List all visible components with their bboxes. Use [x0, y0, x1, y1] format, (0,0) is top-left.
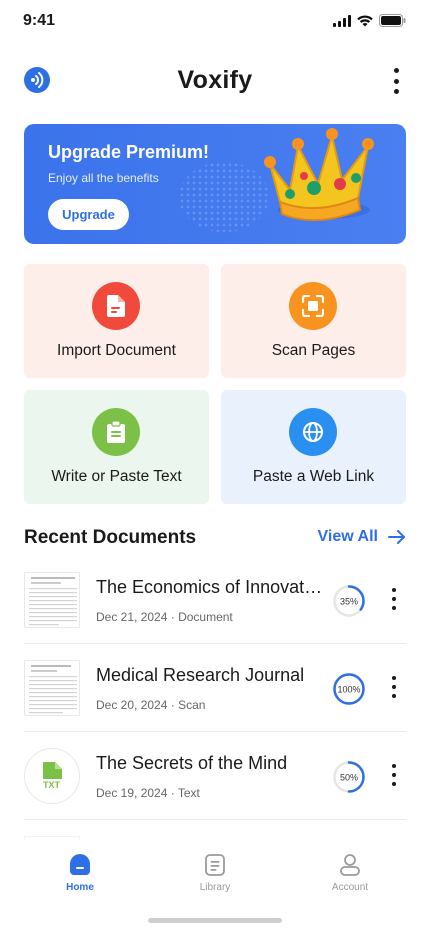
meta-separator: · — [170, 610, 179, 624]
txt-badge-label: TXT — [43, 780, 61, 790]
scan-pages-card[interactable]: Scan Pages — [221, 264, 406, 378]
list-item[interactable]: The Economics of Innovation Dec 21, 2024… — [24, 572, 406, 660]
progress-ring: 100% — [333, 673, 365, 705]
dot — [392, 764, 396, 768]
progress-label: 35% — [340, 597, 358, 607]
status-icons — [333, 14, 406, 27]
signal-icon — [333, 14, 351, 27]
progress-ring: 50% — [333, 761, 365, 793]
arrow-right-icon — [388, 530, 405, 544]
banner-subtitle: Enjoy all the benefits — [48, 171, 159, 185]
meta-separator: · — [170, 786, 178, 800]
app-bar: Voxify — [0, 60, 430, 102]
home-indicator — [148, 918, 282, 923]
dot — [393, 78, 399, 84]
import-document-label: Import Document — [57, 342, 176, 359]
dot — [392, 597, 396, 601]
crown-illustration — [264, 128, 374, 222]
dot — [392, 782, 396, 786]
progress-ring: 35% — [333, 585, 365, 617]
document-type: Text — [177, 786, 200, 800]
dot — [392, 694, 396, 698]
document-date: Dec 21, 2024 — [96, 610, 168, 624]
wifi-icon — [357, 14, 373, 26]
divider — [24, 643, 406, 644]
dot — [393, 89, 399, 94]
recent-documents-title: Recent Documents — [24, 527, 197, 548]
document-meta: Dec 21, 2024 · Document — [96, 610, 233, 624]
battery-icon — [379, 14, 406, 27]
dot — [392, 685, 396, 689]
banner-title: Upgrade Premium! — [48, 142, 210, 162]
document-title: Medical Research Journal — [96, 665, 305, 685]
document-title: The Secrets of the Mind — [96, 753, 288, 773]
nav-home-label: Home — [66, 882, 94, 893]
dot — [392, 588, 396, 592]
list-item[interactable]: TXT The Secrets of the Mind Dec 19, 2024… — [24, 748, 406, 836]
divider — [24, 819, 406, 820]
more-options-button[interactable] — [390, 68, 402, 94]
document-date: Dec 20, 2024 — [96, 698, 168, 712]
nav-account-label: Account — [331, 882, 369, 893]
import-document-card[interactable]: Import Document — [24, 264, 209, 378]
scan-icon — [289, 282, 337, 330]
document-more-button[interactable] — [390, 676, 398, 698]
app-title: Voxify — [177, 66, 253, 94]
dot — [392, 773, 396, 777]
document-thumbnail — [24, 660, 80, 716]
txt-file-icon: TXT — [43, 762, 62, 790]
nav-library-label: Library — [199, 882, 231, 893]
upgrade-button[interactable]: Upgrade — [48, 199, 129, 230]
document-more-button[interactable] — [390, 588, 398, 610]
document-meta: Dec 19, 2024 · Text — [96, 786, 200, 800]
dot — [392, 676, 396, 680]
status-time: 9:41 — [23, 12, 56, 29]
document-more-button[interactable] — [390, 764, 398, 786]
status-bar: 9:41 — [0, 0, 430, 44]
txt-file-thumbnail: TXT — [24, 748, 80, 804]
library-icon — [205, 854, 225, 876]
progress-label: 50% — [340, 773, 358, 783]
list-item[interactable]: Medical Research Journal Dec 20, 2024 · … — [24, 660, 406, 748]
home-icon — [70, 854, 90, 875]
dot — [393, 68, 399, 73]
document-title: The Economics of Innovation — [96, 577, 324, 597]
document-meta: Dec 20, 2024 · Scan — [96, 698, 205, 712]
paste-web-link-label: Paste a Web Link — [252, 468, 375, 485]
meta-separator: · — [170, 698, 179, 712]
scan-pages-label: Scan Pages — [271, 342, 356, 359]
progress-label: 100% — [337, 685, 360, 695]
account-icon — [340, 854, 360, 876]
document-type: Document — [178, 610, 233, 624]
view-all-label: View All — [317, 528, 378, 545]
write-paste-text-card[interactable]: Write or Paste Text — [24, 390, 209, 504]
view-all-link[interactable]: View All — [318, 528, 406, 546]
document-type: Scan — [178, 698, 206, 712]
divider — [24, 731, 406, 732]
paste-web-link-card[interactable]: Paste a Web Link — [221, 390, 406, 504]
premium-banner[interactable]: Upgrade Premium! Enjoy all the benefits … — [24, 124, 406, 244]
dot — [392, 606, 396, 610]
document-icon — [92, 282, 140, 330]
document-thumbnail — [24, 572, 80, 628]
document-date: Dec 19, 2024 — [96, 786, 168, 800]
globe-icon — [289, 408, 337, 456]
write-paste-text-label: Write or Paste Text — [51, 468, 182, 485]
clipboard-icon — [92, 408, 140, 456]
